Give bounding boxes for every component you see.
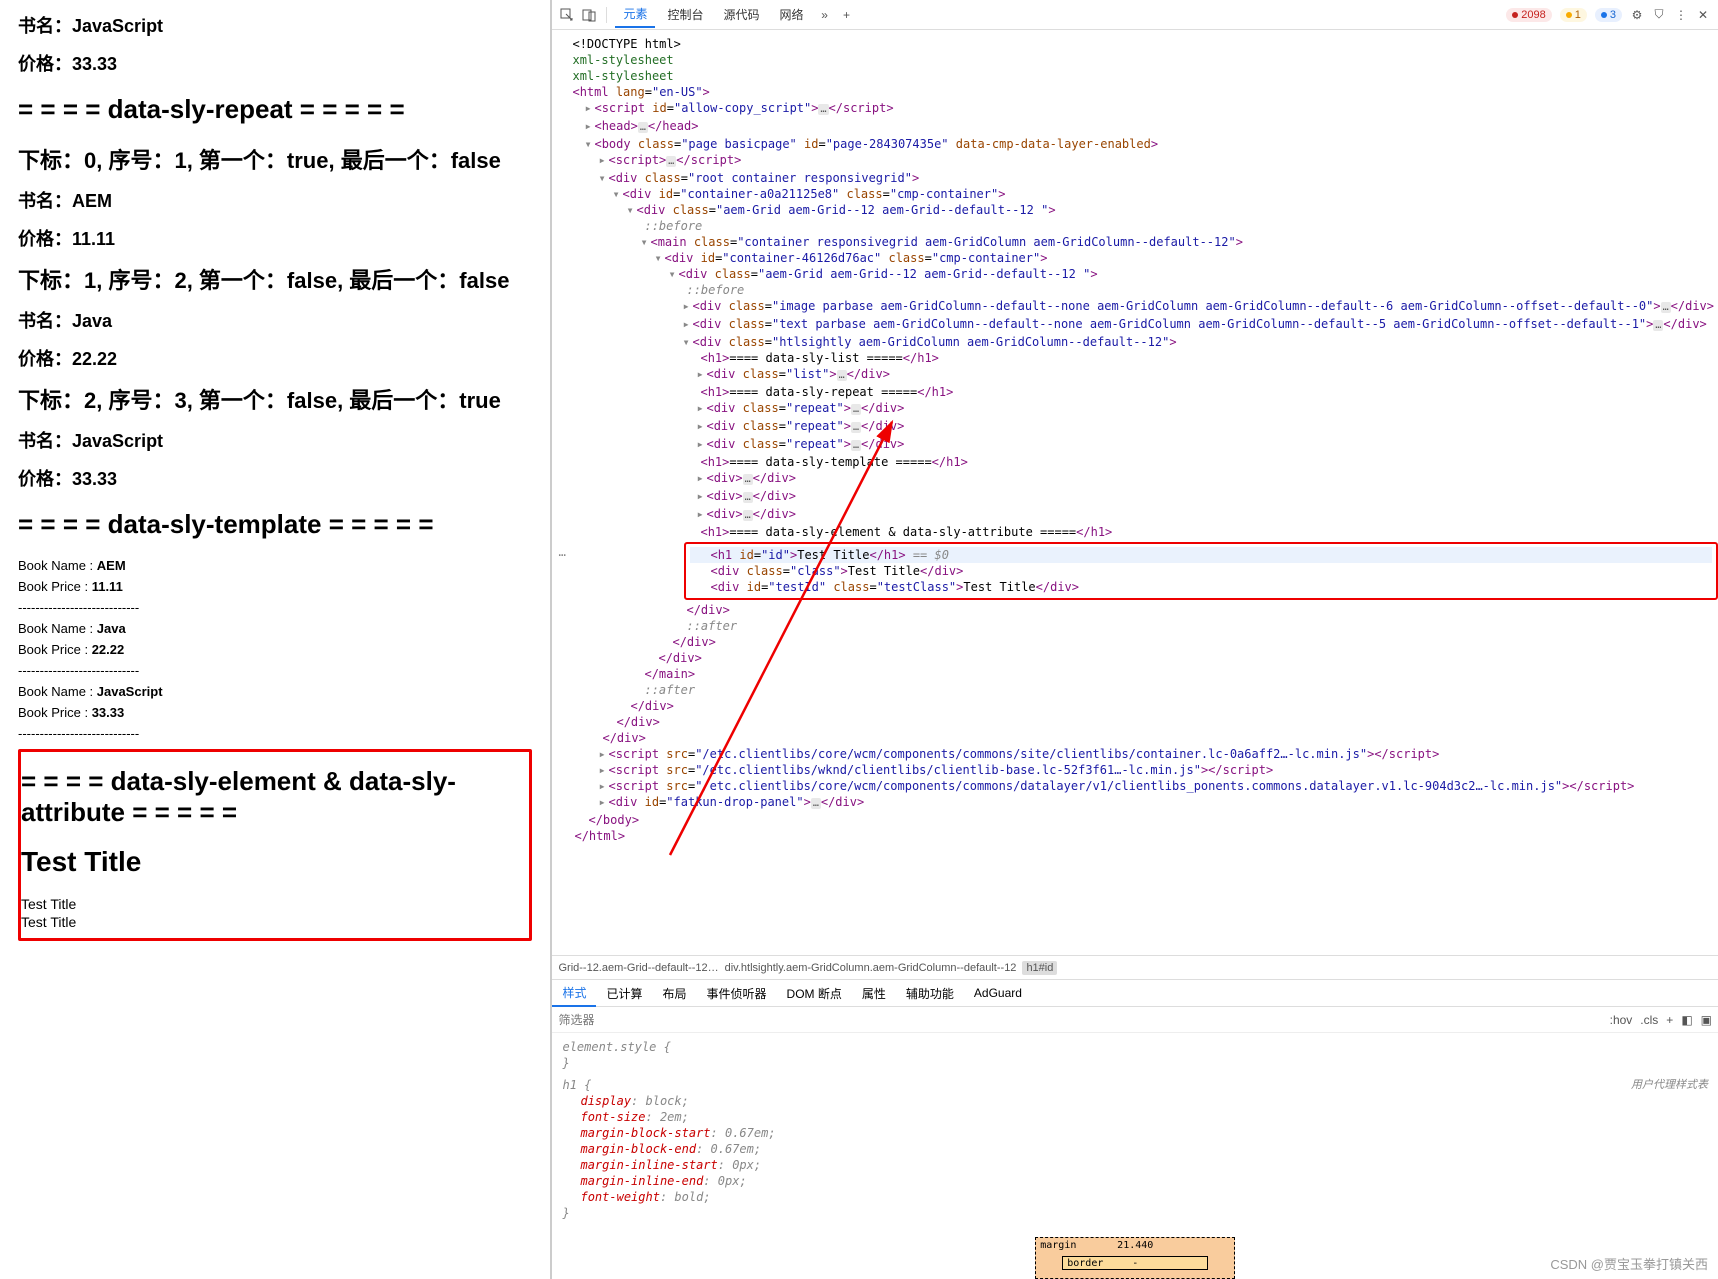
dom-doctype[interactable]: <!DOCTYPE html>: [572, 37, 680, 51]
section-template-heading: = = = = data-sly-template = = = = =: [18, 509, 532, 540]
tmpl-price-2: Book Price : 33.33: [18, 705, 532, 720]
tmpl-price-1: Book Price : 22.22: [18, 642, 532, 657]
margin-label: margin: [1040, 1240, 1076, 1251]
divider: ----------------------------: [18, 600, 532, 615]
styles-body[interactable]: element.style { } 用户代理样式表h1 { display: b…: [552, 1033, 1718, 1227]
styles-tab-adguard[interactable]: AdGuard: [964, 982, 1032, 1004]
styles-tab-listeners[interactable]: 事件侦听器: [697, 981, 777, 1006]
crumb-item[interactable]: div.htlsightly.aem-GridColumn.aem-GridCo…: [725, 962, 1017, 974]
section-attr-heading: = = = = data-sly-element & data-sly-attr…: [21, 766, 529, 828]
repeat-stat-2: 下标：2, 序号：3, 第一个：false, 最后一个：true: [18, 383, 532, 415]
tab-elements[interactable]: 元素: [615, 1, 655, 28]
tab-sources[interactable]: 源代码: [716, 2, 768, 27]
adguard-icon[interactable]: ⛉: [1650, 6, 1668, 24]
highlighted-section: = = = = data-sly-element & data-sly-attr…: [18, 749, 532, 941]
repeat-price-2: 价格：33.33: [18, 465, 532, 491]
hov-toggle[interactable]: :hov: [1610, 1013, 1633, 1027]
tab-console[interactable]: 控制台: [659, 2, 711, 27]
section-repeat-heading: = = = = data-sly-repeat = = = = =: [18, 94, 532, 125]
divider: ----------------------------: [18, 726, 532, 741]
divider: ----------------------------: [18, 663, 532, 678]
user-agent-label: 用户代理样式表: [1631, 1077, 1708, 1093]
plus-icon[interactable]: +: [838, 6, 856, 24]
test-title-div1: Test Title: [21, 896, 529, 912]
tab-network[interactable]: 网络: [772, 2, 812, 27]
element-style-sel[interactable]: element.style {: [562, 1040, 670, 1054]
dom-xml[interactable]: xml-stylesheet: [572, 69, 673, 83]
repeat-price-1: 价格：22.22: [18, 345, 532, 371]
test-title-h1: Test Title: [21, 846, 529, 878]
breadcrumb[interactable]: Grid--12.aem-Grid--default--12… div.htls…: [552, 955, 1718, 979]
menu-icon[interactable]: ⋮: [1672, 6, 1690, 24]
box-model[interactable]: margin 21.440 border -: [552, 1227, 1718, 1279]
styles-filter-input[interactable]: [558, 1013, 1601, 1027]
info-badge[interactable]: 3: [1595, 8, 1622, 22]
tmpl-name-0: Book Name : AEM: [18, 558, 532, 573]
more-tabs-icon[interactable]: »: [816, 6, 834, 24]
repeat-name-0: 书名：AEM: [18, 187, 532, 213]
close-icon[interactable]: ✕: [1694, 6, 1712, 24]
dom-xml[interactable]: xml-stylesheet: [572, 53, 673, 67]
dom-pseudo-before[interactable]: ::before: [644, 219, 702, 233]
repeat-stat-0: 下标：0, 序号：1, 第一个：true, 最后一个：false: [18, 143, 532, 175]
warning-badge[interactable]: 1: [1560, 8, 1587, 22]
elements-tree[interactable]: <!DOCTYPE html> xml-stylesheet xml-style…: [552, 30, 1718, 955]
fullscreen-icon[interactable]: ▣: [1701, 1013, 1712, 1027]
styles-tabs: 样式 已计算 布局 事件侦听器 DOM 断点 属性 辅助功能 AdGuard: [552, 979, 1718, 1007]
book-name: 书名：JavaScript: [18, 12, 532, 38]
tmpl-price-0: Book Price : 11.11: [18, 579, 532, 594]
crumb-item[interactable]: Grid--12.aem-Grid--default--12…: [558, 962, 718, 974]
settings-icon[interactable]: ⚙: [1628, 6, 1646, 24]
styles-tab-styles[interactable]: 样式: [552, 980, 596, 1007]
crumb-item-selected[interactable]: h1#id: [1022, 961, 1057, 975]
margin-top-value: 21.440: [1117, 1240, 1153, 1251]
repeat-price-0: 价格：11.11: [18, 225, 532, 251]
book-price: 价格：33.33: [18, 50, 532, 76]
repeat-name-1: 书名：Java: [18, 307, 532, 333]
devtools-panel: 元素 控制台 源代码 网络 » + 2098 1 3 ⚙ ⛉ ⋮ ✕ <!DOC…: [550, 0, 1718, 1279]
cls-toggle[interactable]: .cls: [1640, 1013, 1658, 1027]
border-label: border: [1067, 1258, 1103, 1269]
styles-tab-props[interactable]: 属性: [852, 981, 896, 1006]
tmpl-name-1: Book Name : Java: [18, 621, 532, 636]
inspect-icon[interactable]: [558, 6, 576, 24]
styles-filter-row: :hov .cls + ◧ ▣: [552, 1007, 1718, 1033]
repeat-stat-1: 下标：1, 序号：2, 第一个：false, 最后一个：false: [18, 263, 532, 295]
device-icon[interactable]: [580, 6, 598, 24]
error-badge[interactable]: 2098: [1506, 8, 1551, 22]
test-title-div2: Test Title: [21, 914, 529, 930]
highlighted-dom-nodes: ⋯<h1 id="id">Test Title</h1> == $0 <div …: [684, 542, 1718, 600]
new-rule-icon[interactable]: +: [1666, 1013, 1673, 1027]
repeat-name-2: 书名：JavaScript: [18, 427, 532, 453]
toggle-icon[interactable]: ◧: [1681, 1013, 1692, 1027]
styles-tab-computed[interactable]: 已计算: [596, 981, 652, 1006]
styles-tab-dom[interactable]: DOM 断点: [777, 981, 852, 1006]
devtools-toolbar: 元素 控制台 源代码 网络 » + 2098 1 3 ⚙ ⛉ ⋮ ✕: [552, 0, 1718, 30]
watermark: CSDN @贾宝玉拳打镇关西: [1550, 1254, 1708, 1273]
page-content[interactable]: 书名：JavaScript 价格：33.33 = = = = data-sly-…: [0, 0, 550, 1279]
styles-tab-layout[interactable]: 布局: [653, 981, 697, 1006]
styles-tab-a11y[interactable]: 辅助功能: [896, 981, 964, 1006]
h1-selector[interactable]: h1 {: [562, 1078, 591, 1092]
tmpl-name-2: Book Name : JavaScript: [18, 684, 532, 699]
